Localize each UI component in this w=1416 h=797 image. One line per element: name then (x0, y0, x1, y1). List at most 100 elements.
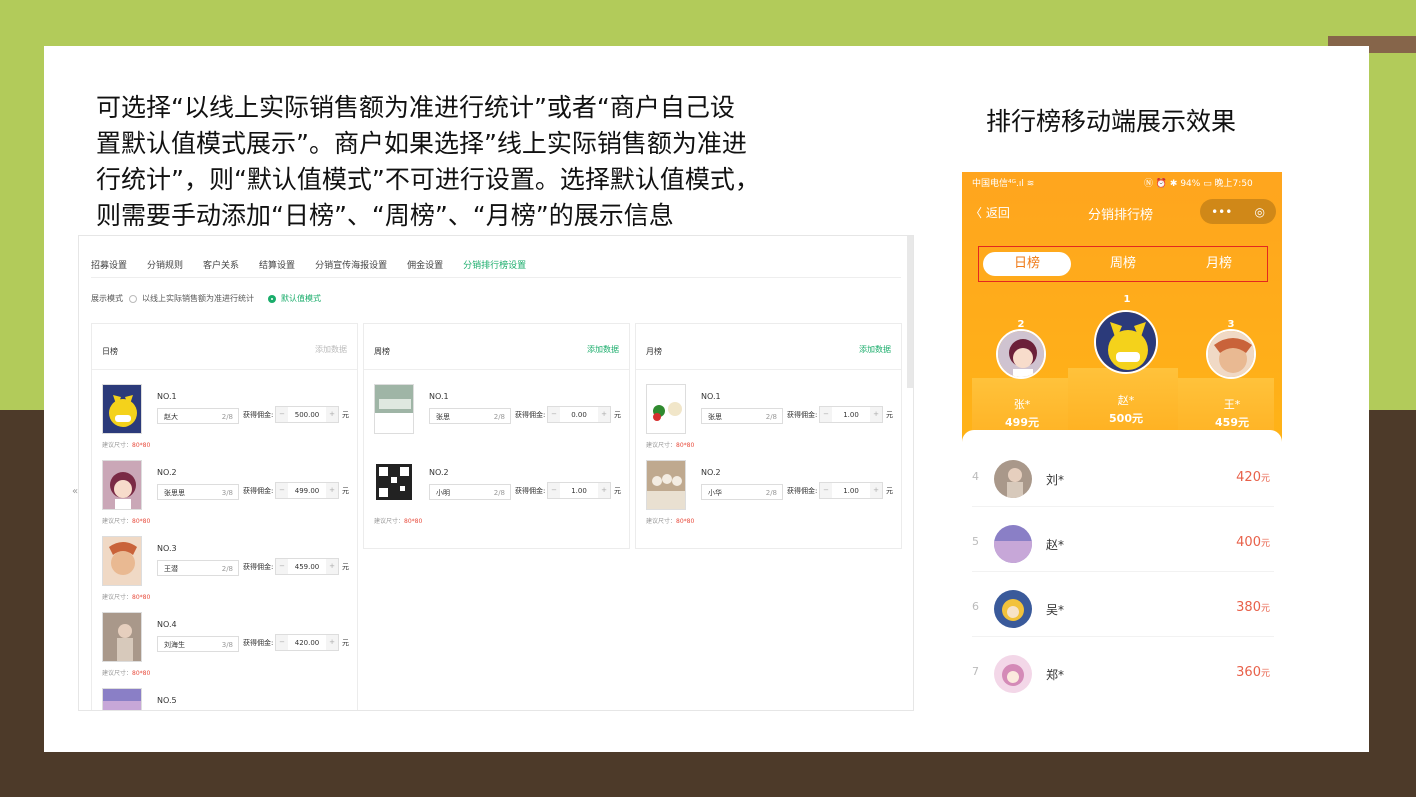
avatar-thumbnail[interactable] (102, 384, 142, 434)
column-day: 日榜 添加数据 建议尺寸：80*80 NO.1 赵大 2/8 获得佣金: −500… (91, 323, 358, 710)
unit-label: 元 (614, 487, 621, 495)
amount: 360元 (1236, 665, 1270, 680)
more-icon[interactable]: ••• (1211, 205, 1232, 219)
name-input[interactable]: 张思 2/8 (429, 408, 511, 424)
add-data-button[interactable]: 添加数据 (859, 344, 891, 355)
commission-stepper[interactable]: −1.00 + (547, 482, 611, 499)
commission-stepper[interactable]: −420.00 + (275, 634, 339, 651)
rank-index: 5 (972, 535, 979, 548)
avatar-thumbnail[interactable] (102, 688, 142, 710)
close-icon[interactable]: ◎ (1254, 205, 1264, 219)
tab-customer[interactable]: 客户关系 (203, 258, 239, 278)
tab-daily[interactable]: 日榜 (983, 252, 1071, 276)
minus-button[interactable]: − (820, 407, 832, 422)
minus-button[interactable]: − (548, 407, 560, 422)
plus-button[interactable]: + (870, 483, 882, 498)
minus-button[interactable]: − (276, 559, 288, 574)
name-input[interactable]: 刘海生 3/8 (157, 636, 239, 652)
avatar-thumbnail[interactable] (102, 536, 142, 586)
commission-stepper[interactable]: −459.00 + (275, 558, 339, 575)
tab-rules[interactable]: 分销规则 (147, 258, 183, 278)
tab-recruit[interactable]: 招募设置 (91, 258, 127, 278)
plus-button[interactable]: + (326, 635, 338, 650)
avatar (994, 655, 1032, 693)
column-header: 周榜 添加数据 (364, 324, 629, 370)
column-title: 日榜 (102, 347, 118, 356)
unit-label: 元 (342, 411, 349, 419)
avatar-thumbnail[interactable] (374, 384, 414, 434)
minus-button[interactable]: − (276, 407, 288, 422)
commission-label: 获得佣金: (515, 487, 546, 495)
avatar[interactable] (1094, 310, 1158, 374)
column-month: 月榜 添加数据 建议尺寸：80*80 NO.1 张思 2/8 获得佣金: −1.0… (635, 323, 902, 549)
name-input[interactable]: 小明 2/8 (429, 484, 511, 500)
winner-amount: 459元 (1215, 416, 1249, 429)
tab-poster[interactable]: 分销宣传海报设置 (315, 258, 387, 278)
description-line: 则需要手动添加“日榜”、“周榜”、“月榜”的展示信息 (96, 201, 674, 230)
tab-settlement[interactable]: 结算设置 (259, 258, 295, 278)
name-input[interactable]: 小华 2/8 (701, 484, 783, 500)
name-input[interactable]: 张思思 3/8 (157, 484, 239, 500)
mobile-caption: 排行榜移动端展示效果 (986, 107, 1237, 136)
rank-entry: 建议尺寸：80*80 NO.2 小华 2/8 获得佣金: −1.00 + 元 (636, 446, 901, 525)
qrcode-thumbnail[interactable] (374, 460, 414, 510)
plus-button[interactable]: + (870, 407, 882, 422)
avatar-thumbnail[interactable] (102, 460, 142, 510)
collapse-icon[interactable]: « (72, 486, 78, 497)
minus-button[interactable]: − (548, 483, 560, 498)
rank-entry: NO.5 (92, 674, 357, 710)
name-input[interactable]: 张思 2/8 (701, 408, 783, 424)
list-item[interactable]: 5 赵* 400元 (962, 507, 1282, 572)
commission-stepper[interactable]: −1.00 + (819, 406, 883, 423)
radio-default-mode[interactable] (268, 294, 276, 303)
status-carrier: 中国电信⁴ᴳ.ıl ≋ (972, 179, 1035, 189)
column-title: 月榜 (646, 347, 662, 356)
mode-option-default[interactable]: 默认值模式 (281, 293, 321, 304)
list-item[interactable]: 4 刘* 420元 (962, 442, 1282, 507)
user-name: 郑* (1046, 668, 1065, 682)
rank-index: 4 (972, 470, 979, 483)
list-item[interactable]: 6 吴* 380元 (962, 572, 1282, 637)
rank-badge: 1 (1123, 294, 1131, 305)
avatar-thumbnail[interactable] (646, 460, 686, 510)
avatar[interactable] (996, 329, 1046, 379)
rank-number: NO.5 (157, 696, 177, 705)
avatar-thumbnail[interactable] (646, 384, 686, 434)
avatar[interactable] (1206, 329, 1256, 379)
plus-button[interactable]: + (326, 407, 338, 422)
tab-divider (91, 277, 901, 278)
radio-online-sales[interactable] (129, 294, 137, 303)
avatar-thumbnail[interactable] (102, 612, 142, 662)
back-button[interactable]: 〈 返回 (970, 204, 1010, 221)
minus-button[interactable]: − (276, 635, 288, 650)
mode-label: 展示模式 (91, 294, 123, 303)
user-name: 吴* (1046, 603, 1065, 617)
commission-stepper[interactable]: −1.00 + (819, 482, 883, 499)
mode-option-online[interactable]: 以线上实际销售额为准进行统计 (142, 293, 254, 304)
description-line: 行统计”，则“默认值模式”不可进行设置。选择默认值模式， (96, 165, 760, 194)
add-data-button[interactable]: 添加数据 (587, 344, 619, 355)
plus-button[interactable]: + (598, 407, 610, 422)
name-input[interactable]: 王潜 2/8 (157, 560, 239, 576)
plus-button[interactable]: + (326, 483, 338, 498)
tab-monthly[interactable]: 月榜 (1175, 252, 1263, 276)
winner-amount: 499元 (1005, 416, 1039, 429)
size-hint: 建议尺寸：80*80 (646, 518, 695, 525)
tab-ranking[interactable]: 分销排行榜设置 (463, 258, 527, 278)
rank-tabs: 日榜 周榜 月榜 (978, 246, 1268, 282)
commission-stepper[interactable]: −0.00 + (547, 406, 611, 423)
plus-button[interactable]: + (598, 483, 610, 498)
name-input[interactable]: 赵大 2/8 (157, 408, 239, 424)
minus-button[interactable]: − (276, 483, 288, 498)
admin-scrollbar[interactable] (907, 236, 913, 388)
add-data-button[interactable]: 添加数据 (315, 344, 347, 355)
tab-weekly[interactable]: 周榜 (1079, 252, 1167, 276)
tab-commission[interactable]: 佣金设置 (407, 258, 443, 278)
commission-stepper[interactable]: −499.00 + (275, 482, 339, 499)
rank-number: NO.4 (157, 620, 177, 629)
plus-button[interactable]: + (326, 559, 338, 574)
unit-label: 元 (342, 487, 349, 495)
minus-button[interactable]: − (820, 483, 832, 498)
commission-stepper[interactable]: −500.00 + (275, 406, 339, 423)
list-item[interactable]: 7 郑* 360元 (962, 637, 1282, 702)
